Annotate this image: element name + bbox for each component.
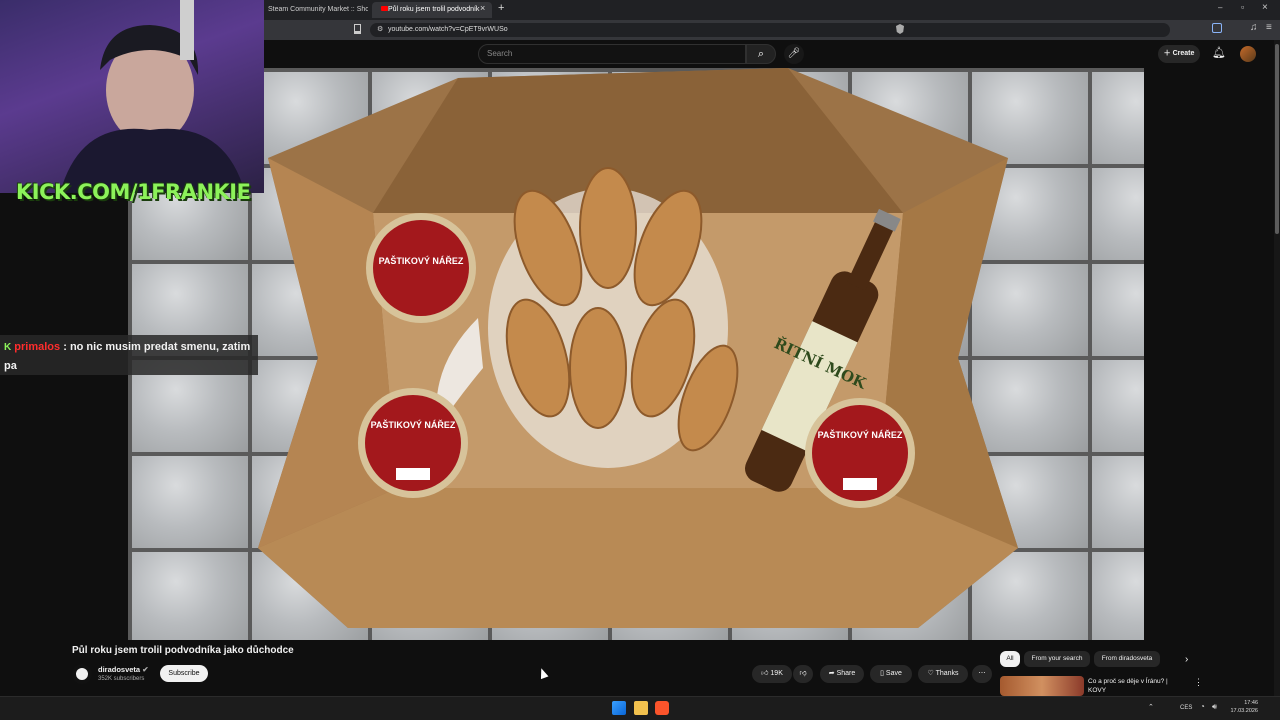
address-bar-row: youtube.com/watch?v=CpET9vrWUSo ⚙ ♫ ≡ <box>264 20 1280 40</box>
streamer-silhouette <box>60 0 245 193</box>
more-actions-button[interactable]: ⋯ <box>972 665 992 683</box>
create-button[interactable]: ＋ Create <box>1158 45 1200 63</box>
windows-taskbar: ⌃ CES ◔ 🔊︎ 17:46 17.03.2026 <box>0 696 1280 720</box>
kick-channel-banner: KICK.COM/1FRANKIE <box>16 180 251 204</box>
video-title: Půl roku jsem trolil podvodníka jako důc… <box>72 645 294 656</box>
browser-menu-icon[interactable]: ≡ <box>1266 22 1272 33</box>
can-label-2: PAŠTIKOVÝ NÁŘEZ <box>371 419 456 430</box>
close-window-button[interactable]: × <box>1262 2 1268 13</box>
page-scrollbar-thumb[interactable] <box>1275 44 1279 234</box>
browser-tab-bar: Steam Community Market :: Showing Půl ro… <box>264 0 1280 20</box>
mouse-cursor <box>537 666 549 680</box>
related-video-thumbnail[interactable] <box>1000 676 1084 696</box>
file-explorer-icon[interactable] <box>634 701 648 715</box>
subscriber-count: 352K subscribers <box>98 676 145 682</box>
channel-name[interactable]: diradosveta ✔ <box>98 665 149 674</box>
like-count: 19K <box>770 670 783 677</box>
thanks-icon: ♡ <box>927 670 934 677</box>
bookmark-save-icon: ▯ <box>880 670 884 677</box>
tab-youtube-label: Půl roku jsem trolil podvodník <box>388 6 480 13</box>
windows-start-icon[interactable] <box>612 701 626 715</box>
chevron-right-icon[interactable]: › <box>1185 654 1188 665</box>
brave-browser-icon[interactable] <box>655 701 669 715</box>
search-input[interactable]: Search <box>478 44 746 64</box>
extensions-icon[interactable] <box>1212 23 1222 33</box>
close-tab-icon[interactable]: × <box>480 3 485 13</box>
chat-message: K primalos : no nic musim predat smenu, … <box>0 335 258 375</box>
save-label: Save <box>885 670 902 677</box>
tray-chevron-icon[interactable]: ⌃ <box>1148 703 1154 711</box>
thumbs-up-icon: 👍︎ <box>761 670 769 677</box>
chip-all[interactable]: All <box>1000 651 1020 667</box>
chip-from-channel[interactable]: From diradosveta <box>1094 651 1160 667</box>
thanks-label: Thanks <box>935 670 959 677</box>
video-player[interactable]: ŘITNÍ MOK PAŠTIKOVÝ NÁŘEZ PAŠTIKOVÝ NÁŘE… <box>128 68 1144 640</box>
share-icon: ➦ <box>828 670 835 677</box>
pate-can-3: PAŠTIKOVÝ NÁŘEZ <box>805 398 915 508</box>
save-button[interactable]: ▯ Save <box>870 665 912 683</box>
kick-badge-icon: K <box>4 342 12 353</box>
plus-icon: ＋ <box>1163 50 1171 57</box>
channel-name-text: diradosveta <box>98 665 141 674</box>
clock-time: 17:46 <box>1244 700 1258 706</box>
maximize-button[interactable]: ▫ <box>1241 2 1244 12</box>
voice-search-button[interactable]: 🎤︎ <box>784 44 804 64</box>
pate-can-1: PAŠTIKOVÝ NÁŘEZ <box>366 213 476 323</box>
dislike-button[interactable]: 👎︎ <box>793 665 813 683</box>
subscribe-button[interactable]: Subscribe <box>160 665 208 682</box>
network-icon[interactable]: ◔ <box>1200 702 1205 711</box>
share-button[interactable]: ➦ Share <box>820 665 864 683</box>
notifications-bell-icon[interactable]: 🔔︎ <box>1212 46 1226 59</box>
channel-avatar[interactable] <box>72 664 92 684</box>
related-video-title[interactable]: Co a proč se děje v Íránu? | KOVY <box>1088 677 1182 695</box>
like-button[interactable]: 👍︎ 19K <box>752 665 792 683</box>
related-more-icon[interactable]: ⋮ <box>1194 677 1203 688</box>
create-label: Create <box>1172 50 1195 57</box>
clock[interactable]: 17:46 17.03.2026 <box>1230 699 1258 715</box>
thumbs-down-icon: 👎︎ <box>799 670 807 677</box>
clock-date: 17.03.2026 <box>1230 708 1258 714</box>
tab-steam-market[interactable]: Steam Community Market :: Showing <box>264 2 368 18</box>
music-icon[interactable]: ♫ <box>1250 22 1258 33</box>
volume-icon[interactable]: 🔊︎ <box>1212 702 1217 712</box>
youtube-favicon-icon <box>381 6 388 11</box>
chat-username: primalos <box>14 341 61 353</box>
url-text: youtube.com/watch?v=CpET9vrWUSo <box>388 26 508 33</box>
video-frame-art: ŘITNÍ MOK PAŠTIKOVÝ NÁŘEZ PAŠTIKOVÝ NÁŘE… <box>258 68 1018 628</box>
new-tab-button[interactable]: + <box>498 2 504 14</box>
language-indicator[interactable]: CES <box>1180 705 1192 711</box>
minimize-button[interactable]: – <box>1218 3 1222 12</box>
pate-can-2: PAŠTIKOVÝ NÁŘEZ <box>358 388 468 498</box>
verified-icon: ✔ <box>142 665 149 674</box>
can-label-1: PAŠTIKOVÝ NÁŘEZ <box>379 255 464 266</box>
url-field[interactable]: youtube.com/watch?v=CpET9vrWUSo <box>370 23 1170 37</box>
more-horizontal-icon: ⋯ <box>978 670 986 677</box>
search-icon: ⌕ <box>757 48 765 60</box>
can-label-3: PAŠTIKOVÝ NÁŘEZ <box>818 429 903 440</box>
webcam-overlay <box>0 0 264 193</box>
account-avatar[interactable] <box>1240 46 1256 62</box>
site-info-icon[interactable]: ⚙ <box>377 25 383 33</box>
search-button[interactable]: ⌕ <box>746 44 776 64</box>
youtube-header: Search ⌕ 🎤︎ ＋ Create 🔔︎ <box>264 40 1280 68</box>
thanks-button[interactable]: ♡ Thanks <box>918 665 968 683</box>
bookmark-icon[interactable] <box>354 24 361 34</box>
share-label: Share <box>836 670 856 677</box>
microphone-icon: 🎤︎ <box>787 48 801 59</box>
chip-from-your-search[interactable]: From your search <box>1024 651 1090 667</box>
tab-youtube-video[interactable]: Půl roku jsem trolil podvodník <box>372 2 492 18</box>
